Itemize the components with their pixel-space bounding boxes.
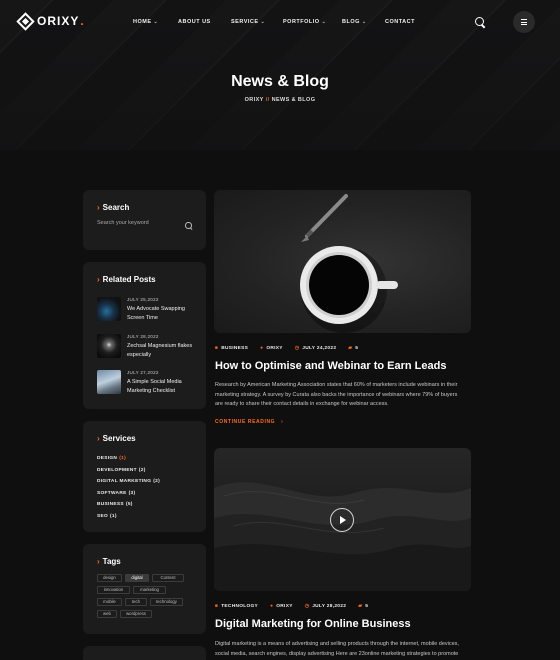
user-icon: ● [270,604,274,609]
service-link[interactable]: DESIGN (1) [97,456,126,461]
comments-count[interactable]: ▰ 5 [348,346,358,351]
article-meta: ■ TECHNOLOGY ● ORIXY ◷ JULY 28,2022 ▰ 5 [215,604,368,609]
post-date: JULY 25,2022 [127,297,159,302]
post-date: ◷ JULY 28,2022 [304,604,347,609]
post-thumbnail [97,297,121,321]
related-posts-widget: › Related Posts JULY 25,2022 We Advocate … [83,262,206,409]
category-link[interactable]: ■ BUSINESS [215,346,248,351]
post-title[interactable]: Zechsal Magnesium flakes especially [127,342,202,360]
services-widget: › Services DESIGN (1) DEVELOPMENT (2) DIGIT… [83,421,206,532]
breadcrumb: ORIXY//NEWS & BLOG [0,97,560,103]
post-title[interactable]: We Advocate Swapping Screen Time [127,305,202,323]
post-title[interactable]: A Simple Social Media Marketing Checklis… [127,378,202,396]
hamburger-line [521,24,527,25]
widget-title: › Tags [97,557,121,566]
arrow-right-icon: › [97,275,100,284]
folder-icon: ■ [215,604,219,609]
comments-count[interactable]: ▰ 5 [358,604,368,609]
tag[interactable]: innovation [97,586,130,594]
breadcrumb-current: NEWS & BLOG [271,97,316,103]
tags-widget: › Tags design digital Content innovation … [83,544,206,634]
logo[interactable]: ORIXY. [16,11,84,31]
continue-reading-link[interactable]: CONTINUE READING › [215,419,283,425]
user-icon: ● [260,346,264,351]
article-excerpt: Research by American Marketing Associati… [215,382,458,407]
play-button[interactable] [330,508,354,532]
search-widget: › Search Search your keyword [83,190,206,250]
article-title[interactable]: Digital Marketing for Online Business [215,618,411,630]
arrow-right-icon: › [97,557,100,566]
logo-mark-icon [16,11,35,31]
service-link[interactable]: SOFTWARE (3) [97,491,135,496]
related-post[interactable]: JULY 28,2022 Zechsal Magnesium flakes es… [97,334,202,362]
comment-icon: ▰ [348,346,353,351]
widget-title: › Search [97,203,130,212]
post-date: JULY 27,2022 [127,370,159,375]
tag[interactable]: technology [150,598,183,606]
arrow-right-icon: › [97,203,100,212]
tag[interactable]: web [97,610,117,618]
hamburger-line [521,21,527,23]
nav-item-about[interactable]: ABOUT US [178,19,211,25]
widget-title: › Related Posts [97,275,156,284]
clock-icon: ◷ [294,346,300,351]
coffee-cup-image [300,194,398,333]
comment-icon: ▰ [358,604,363,609]
breadcrumb-home[interactable]: ORIXY [245,97,264,103]
next-widget [83,646,206,660]
chevron-down-icon: ⌄ [361,19,367,25]
related-post[interactable]: JULY 27,2022 A Simple Social Media Marke… [97,370,202,398]
top-navigation: ORIXY. HOME ⌄ ABOUT US SERVICE ⌄ PORTFOLIO… [0,8,560,38]
search-icon[interactable] [185,222,192,229]
hamburger-line [521,19,527,20]
nav-item-blog[interactable]: BLOG ⌄ [342,19,367,25]
tag[interactable]: wordpress [120,610,152,618]
tag[interactable]: tech [125,598,147,606]
article-image[interactable] [214,190,471,333]
brand-dot: . [80,14,84,28]
post-thumbnail [97,370,121,394]
service-link[interactable]: SEO (1) [97,514,117,519]
post-thumbnail [97,334,121,358]
nav-item-service[interactable]: SERVICE ⌄ [231,19,265,25]
author-link[interactable]: ● ORIXY [270,604,293,609]
service-link[interactable]: DIGITAL MARKETING (2) [97,479,160,484]
author-link[interactable]: ● ORIXY [260,346,283,351]
breadcrumb-separator: // [265,97,270,103]
tag[interactable]: digital [125,574,149,582]
menu-toggle-button[interactable] [513,11,535,33]
service-link[interactable]: BUSINESS (5) [97,502,133,507]
chevron-down-icon: ⌄ [260,19,266,25]
post-date: JULY 28,2022 [127,334,159,339]
tag[interactable]: mobile [97,598,122,606]
nav-item-portfolio[interactable]: PORTFOLIO ⌄ [283,19,326,25]
category-link[interactable]: ■ TECHNOLOGY [215,604,258,609]
nav-item-contact[interactable]: CONTACT [385,19,415,25]
service-link[interactable]: DEVELOPMENT (2) [97,468,146,473]
chevron-down-icon: ⌄ [321,19,327,25]
chevron-down-icon: ⌄ [153,19,159,25]
arrow-right-icon: › [97,434,100,443]
tag[interactable]: Content [152,574,184,582]
page-title: News & Blog [231,73,329,90]
tag[interactable]: marketing [133,586,166,594]
widget-title: › Services [97,434,136,443]
search-icon[interactable] [475,17,486,28]
article-title[interactable]: How to Optimise and Webinar to Earn Lead… [215,360,446,372]
nav-item-home[interactable]: HOME ⌄ [133,19,158,25]
clock-icon: ◷ [304,604,310,609]
arrow-right-icon: › [281,419,284,425]
tag[interactable]: design [97,574,122,582]
post-date: ◷ JULY 24,2022 [294,346,337,351]
related-post[interactable]: JULY 25,2022 We Advocate Swapping Screen… [97,297,202,325]
brand-name: ORIXY [37,14,80,28]
folder-icon: ■ [215,346,219,351]
article-meta: ■ BUSINESS ● ORIXY ◷ JULY 24,2022 ▰ 5 [215,346,358,351]
search-input[interactable]: Search your keyword [97,220,193,226]
article-excerpt: Digital marketing is a means of advertis… [215,641,459,657]
